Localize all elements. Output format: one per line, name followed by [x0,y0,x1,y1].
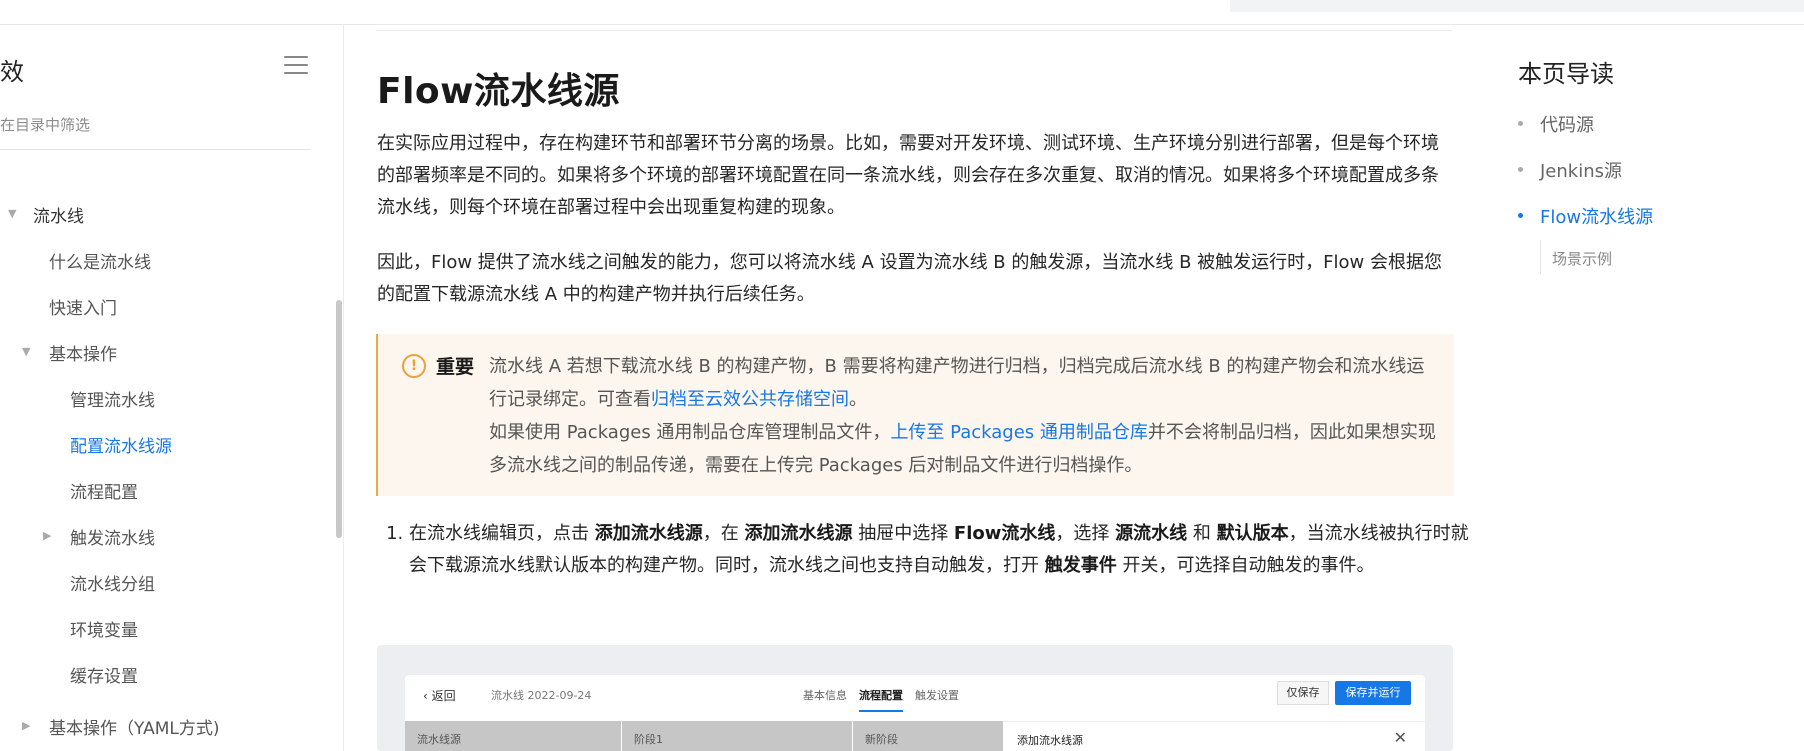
sidebar-item-basic-ops[interactable]: 基本操作 [49,340,117,365]
toc-item-jenkins-source[interactable]: Jenkins源 [1540,157,1622,183]
archive-link[interactable]: 归档至云效公共存储空间 [651,389,849,410]
capability-paragraph: 因此，Flow 提供了流水线之间触发的能力，您可以将流水线 A 设置为流水线 B… [377,252,1442,305]
lane-new-stage: 新阶段 [853,721,1003,751]
lane-pipeline-source: 流水线源 [405,721,621,751]
embedded-screenshot: ‹ 返回 流水线 2022-09-24 基本信息 流程配置 触发设置 仅保存 保存并… [377,645,1453,751]
notice-label: 重要 [436,356,475,378]
pipeline-name: 流水线 2022-09-24 [491,689,592,702]
divider [376,30,1452,31]
caret-down-icon[interactable]: ▼ [8,207,16,220]
notice-body: 流水线 A 若想下载流水线 B 的构建产物，B 需要将构建产物进行归档，归档完成… [489,356,1436,476]
drawer-title: 添加流水线源 [1017,734,1083,747]
bullet-icon [1518,121,1523,126]
sidebar-item-process-config[interactable]: 流程配置 [70,478,138,503]
toc-item-scenario-example[interactable]: 场景示例 [1552,248,1612,269]
sidebar-item-what-is-pipeline[interactable]: 什么是流水线 [49,248,151,273]
menu-icon[interactable] [284,56,308,76]
close-icon: ✕ [1393,728,1407,747]
list-item: 在流水线编辑页，点击 添加流水线源，在 添加流水线源 抽屉中选择 Flow流水线… [409,518,1485,582]
screenshot-tabs: 基本信息 流程配置 触发设置 [803,687,971,712]
sidebar-item-cache-settings[interactable]: 缓存设置 [70,662,138,687]
bullet-icon [1518,213,1523,218]
important-notice: ! 重要 流水线 A 若想下载流水线 B 的构建产物，B 需要将构建产物进行归档… [376,334,1454,496]
sidebar-item-pipeline[interactable]: 流水线 [33,202,84,227]
intro-paragraph: 在实际应用过程中，存在构建环节和部署环节分离的场景。比如，需要对开发环境、测试环… [377,133,1439,218]
toc-title: 本页导读 [1518,60,1614,88]
lane-stage1: 阶段1 [622,721,852,751]
add-source-drawer: 添加流水线源 ✕ [1003,721,1425,751]
bullet-icon [1518,167,1523,172]
top-bar [0,0,1804,25]
tab-process-config: 流程配置 [859,689,903,712]
screenshot-window: ‹ 返回 流水线 2022-09-24 基本信息 流程配置 触发设置 仅保存 保存并… [405,675,1425,751]
sidebar-item-basic-ops-yaml[interactable]: 基本操作（YAML方式) [49,714,219,739]
steps-list: 在流水线编辑页，点击 添加流水线源，在 添加流水线源 抽屉中选择 Flow流水线… [377,518,1485,582]
save-only-button: 仅保存 [1277,681,1329,705]
toc-item-code-source[interactable]: 代码源 [1540,111,1594,137]
caret-down-icon[interactable]: ▼ [22,345,30,358]
sidebar-item-env-vars[interactable]: 环境变量 [70,616,138,641]
sidebar-item-pipeline-group[interactable]: 流水线分组 [70,570,155,595]
warning-icon: ! [402,354,426,378]
caret-right-icon[interactable]: ▶ [22,719,30,732]
header-search-area[interactable] [1230,0,1804,12]
sidebar-item-configure-source[interactable]: 配置流水线源 [70,432,172,457]
sidebar-item-trigger-pipeline[interactable]: 触发流水线 [70,524,155,549]
page-title: Flow流水线源 [377,71,620,112]
caret-right-icon[interactable]: ▶ [43,529,51,542]
save-and-run-button: 保存并运行 [1335,681,1411,705]
tab-trigger-settings: 触发设置 [915,689,959,702]
sidebar-item-quick-start[interactable]: 快速入门 [49,294,117,319]
tab-basic-info: 基本信息 [803,689,847,702]
sidebar-filter-input[interactable]: 在目录中筛选 [0,114,311,150]
packages-upload-link[interactable]: 上传至 Packages 通用制品仓库 [890,422,1147,443]
toc-item-flow-source[interactable]: Flow流水线源 [1540,203,1653,229]
sidebar-item-manage-pipeline[interactable]: 管理流水线 [70,386,155,411]
divider [1540,240,1541,274]
sidebar-title: 效 [0,58,24,86]
sidebar-scrollbar[interactable] [336,300,342,538]
back-button: ‹ 返回 [423,689,456,703]
